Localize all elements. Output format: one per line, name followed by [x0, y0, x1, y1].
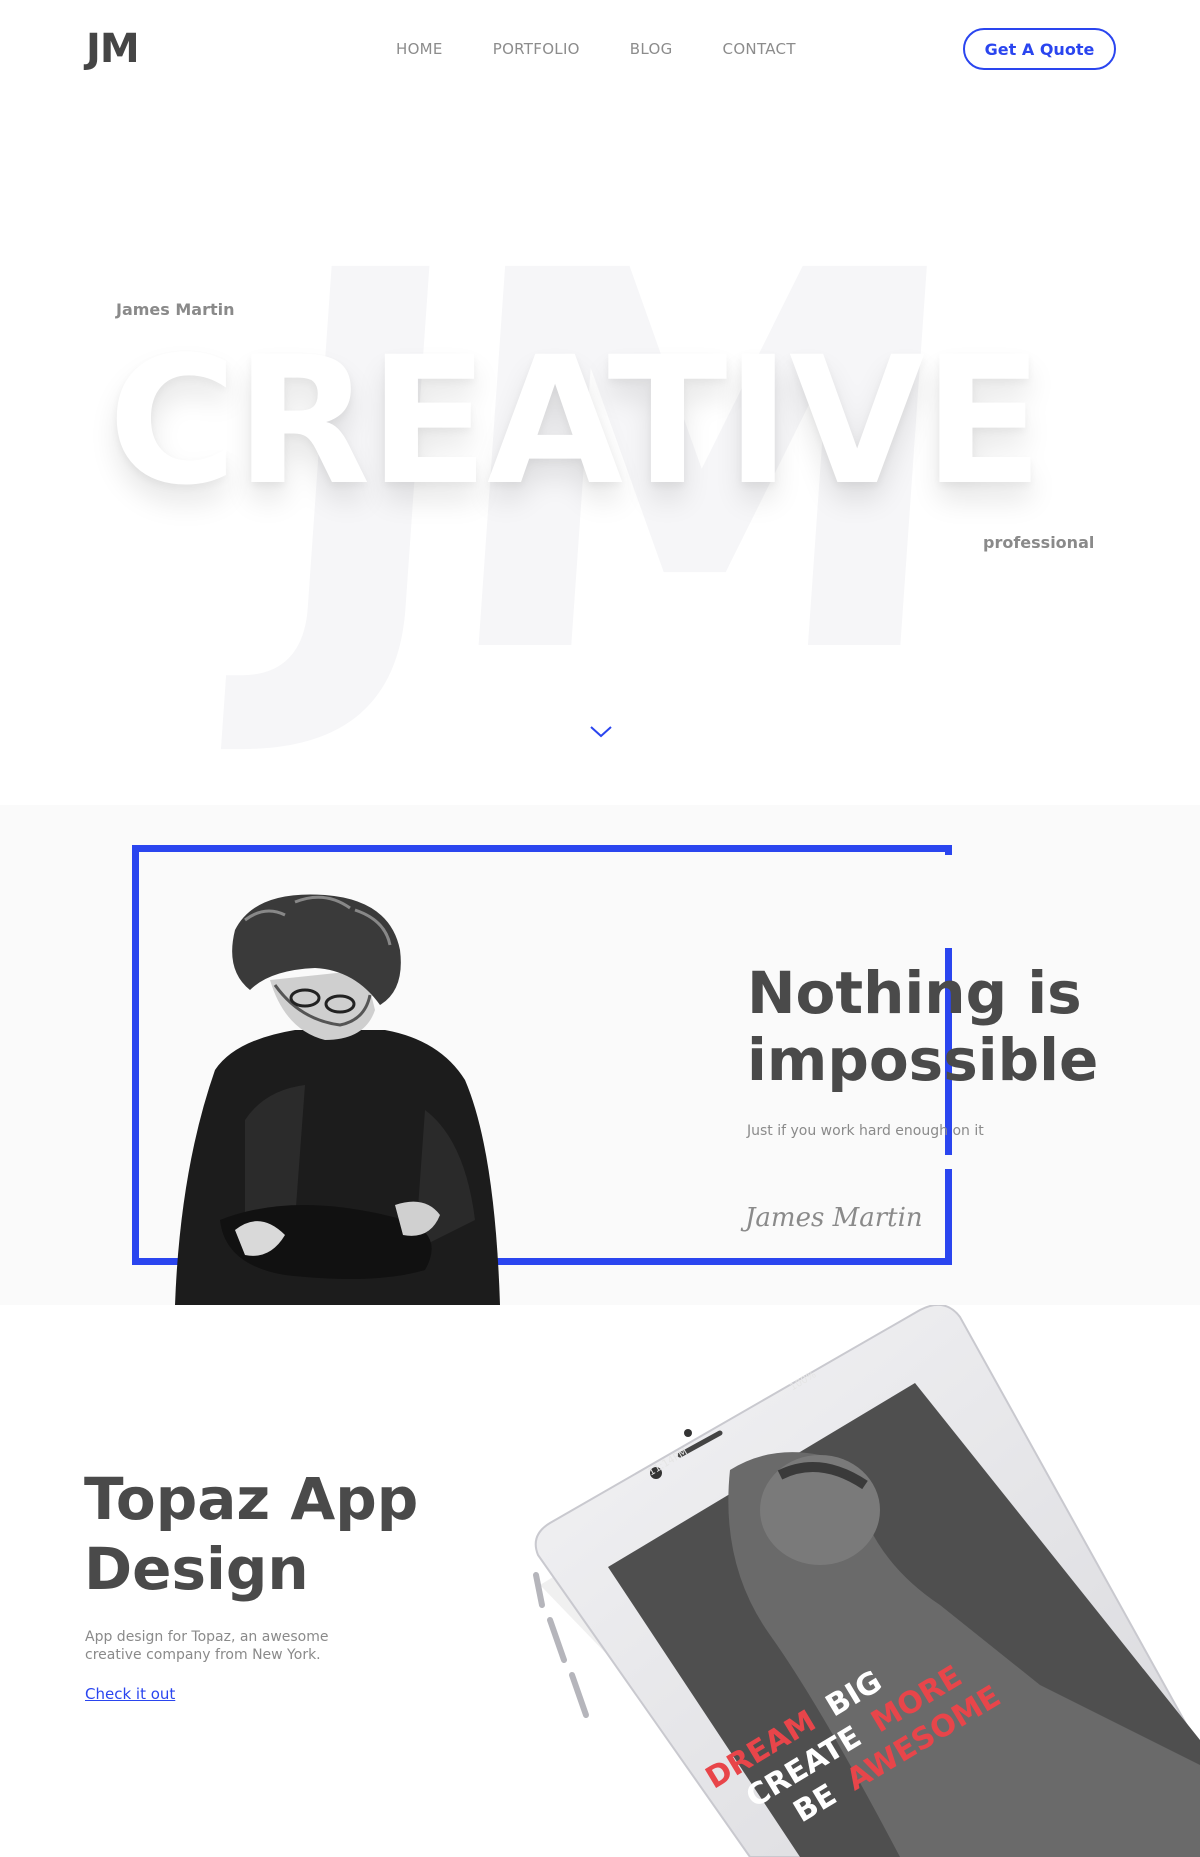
portfolio-title-line: Topaz App — [84, 1465, 419, 1533]
hero-section: JM James Martin CREATIVE professional — [0, 100, 1200, 800]
portrait-photo — [175, 894, 500, 1305]
nav-blog-link[interactable]: BLOG — [630, 40, 673, 58]
logo[interactable]: JM — [86, 26, 140, 72]
hero-tagline: professional — [983, 533, 1095, 552]
quote-title-line: Nothing is — [747, 959, 1082, 1027]
frame-gap — [934, 1155, 964, 1169]
nav-portfolio-link[interactable]: PORTFOLIO — [493, 40, 580, 58]
main-menu: HOME PORTFOLIO BLOG CONTACT — [396, 40, 846, 58]
portfolio-title: Topaz App Design — [84, 1465, 418, 1604]
quote-subtitle: Just if you work hard enough on it — [747, 1123, 984, 1139]
quote-title-line: impossible — [747, 1025, 1099, 1094]
quote-title: Nothing is impossible — [747, 960, 1098, 1093]
hero-name: James Martin — [116, 300, 235, 319]
check-it-out-link[interactable]: Check it out — [85, 1685, 175, 1703]
nav-contact-link[interactable]: CONTACT — [723, 40, 796, 58]
portfolio-title-line: Design — [84, 1534, 309, 1603]
quote-section: Nothing is impossible Just if you work h… — [0, 805, 1200, 1305]
get-a-quote-button[interactable]: Get A Quote — [963, 28, 1116, 70]
signature: James Martin — [745, 1203, 923, 1233]
nav-home-link[interactable]: HOME — [396, 40, 443, 58]
chevron-down-icon[interactable] — [589, 725, 613, 739]
phone-mockup: 11:14PM 100% DREAM BIG CREATE MORE BE AW… — [533, 1305, 1200, 1857]
portfolio-description: App design for Topaz, an awesome creativ… — [85, 1629, 329, 1664]
frame-gap — [934, 855, 964, 948]
top-nav: JM HOME PORTFOLIO BLOG CONTACT Get A Quo… — [0, 0, 1200, 100]
hero-headline: CREATIVE — [108, 319, 1043, 524]
portfolio-section: Topaz App Design App design for Topaz, a… — [0, 1305, 1200, 1857]
